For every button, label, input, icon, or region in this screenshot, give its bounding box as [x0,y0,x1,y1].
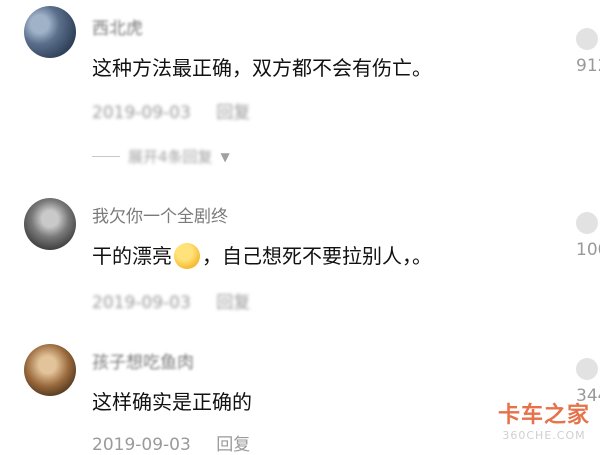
comment-date: 2019-09-03 [92,103,191,123]
comment-username[interactable]: 西北虎 [92,14,143,39]
like-button[interactable]: 100 [576,212,600,260]
comment-text: 这样确实是正确的 [92,390,252,414]
comment-username[interactable]: 我欠你一个全剧终 [92,202,228,227]
comment-username[interactable]: 孩子想吃鱼肉 [92,348,194,373]
watermark-text: 卡车之家 [497,403,590,428]
comment-meta: 2019-09-03 回复 [92,288,250,313]
comment-date: 2019-09-03 [92,293,191,313]
thumbs-up-icon[interactable] [576,28,598,50]
like-count: 100 [576,240,600,260]
avatar[interactable] [24,344,76,396]
reply-button[interactable]: 回复 [216,430,250,455]
comment-meta: 2019-09-03 回复 [92,430,250,455]
comment-meta: 2019-09-03 回复 [92,98,250,123]
like-button[interactable]: 344 [576,358,600,406]
reply-button[interactable]: 回复 [216,98,250,123]
thumbs-up-icon[interactable] [576,212,598,234]
comment-text-part: 干的漂亮 [92,244,172,268]
avatar[interactable] [24,6,76,58]
avatar[interactable] [24,198,76,250]
like-count: 912 [576,56,600,76]
watermark-subtext: 360CHE.COM [502,429,586,442]
expand-replies-button[interactable]: 展开4条回复 ▼ [92,146,230,167]
watermark-logo: 卡车之家 360CHE.COM [497,403,590,443]
thinking-face-icon [174,242,200,269]
chevron-down-icon: ▼ [220,149,230,164]
thumbs-up-icon[interactable] [576,358,598,380]
divider [92,156,120,157]
reply-button[interactable]: 回复 [216,288,250,313]
comment-text: 干的漂亮 ，自己想死不要拉别人，。 [92,240,432,271]
like-button[interactable]: 912 [576,28,600,76]
expand-replies-label: 展开4条回复 [128,148,213,166]
comment-text-part: ，自己想死不要拉别人，。 [202,244,432,268]
comment-date: 2019-09-03 [92,435,191,455]
comment-text: 这种方法最正确，双方都不会有伤亡。 [92,56,432,80]
